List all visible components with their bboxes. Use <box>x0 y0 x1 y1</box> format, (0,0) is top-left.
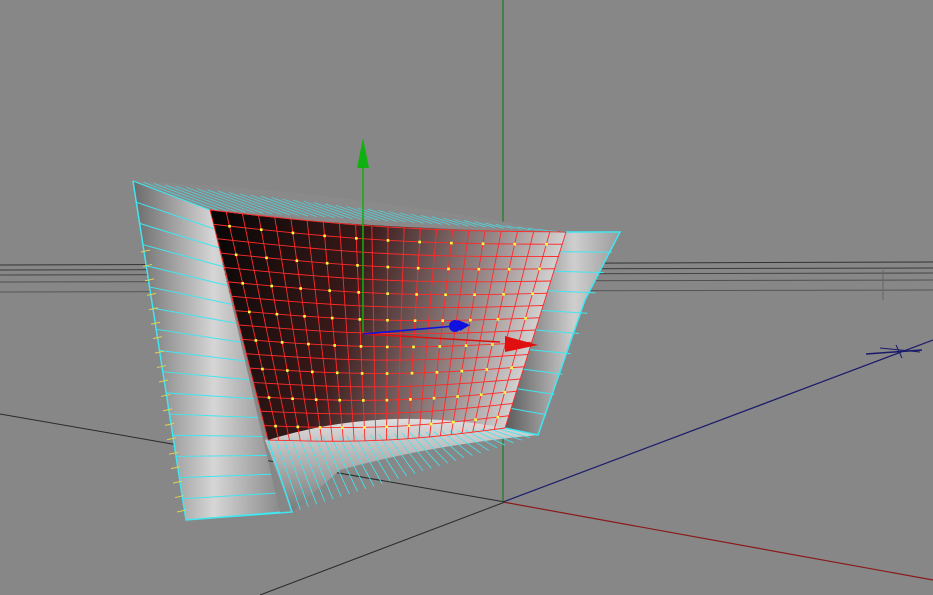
control-vertex[interactable] <box>481 242 485 246</box>
control-vertex[interactable] <box>496 415 500 419</box>
control-vertex[interactable] <box>469 318 472 322</box>
control-vertex[interactable] <box>415 293 418 296</box>
control-vertex[interactable] <box>360 372 364 375</box>
control-vertex[interactable] <box>447 267 450 271</box>
surface-bottom-band <box>265 416 538 512</box>
control-vertex[interactable] <box>407 424 411 427</box>
control-vertex[interactable] <box>496 318 500 321</box>
control-vertex[interactable] <box>280 341 284 344</box>
control-vertex[interactable] <box>323 234 326 238</box>
control-vertex[interactable] <box>267 396 271 399</box>
control-vertex[interactable] <box>429 422 433 426</box>
control-vertex[interactable] <box>386 265 390 269</box>
control-vertex[interactable] <box>275 312 279 316</box>
control-vertex[interactable] <box>363 426 366 429</box>
control-vertex[interactable] <box>474 418 477 421</box>
control-vertex[interactable] <box>452 420 455 424</box>
control-vertex[interactable] <box>318 426 322 429</box>
nurbs-surface[interactable] <box>132 180 622 521</box>
manip-center[interactable] <box>449 320 461 332</box>
control-vertex[interactable] <box>358 318 362 321</box>
control-vertex[interactable] <box>531 292 534 295</box>
control-vertex[interactable] <box>460 369 464 373</box>
control-vertex[interactable] <box>485 368 489 371</box>
control-vertex[interactable] <box>502 292 505 296</box>
control-vertex[interactable] <box>299 287 302 290</box>
control-vertex[interactable] <box>432 396 436 400</box>
control-vertex[interactable] <box>409 398 412 401</box>
control-vertex[interactable] <box>295 259 299 263</box>
control-vertex[interactable] <box>291 397 294 401</box>
control-vertex[interactable] <box>296 425 300 429</box>
control-vertex[interactable] <box>385 398 389 402</box>
control-vertex[interactable] <box>314 398 318 401</box>
control-vertex[interactable] <box>545 243 548 246</box>
control-vertex[interactable] <box>310 370 314 374</box>
control-vertex[interactable] <box>510 366 513 370</box>
manip-y-handle[interactable] <box>357 138 369 168</box>
control-vertex[interactable] <box>477 267 481 271</box>
control-vertex[interactable] <box>359 345 363 348</box>
control-vertex[interactable] <box>464 344 468 347</box>
control-vertex[interactable] <box>450 241 453 245</box>
control-vertex[interactable] <box>362 399 365 402</box>
control-vertex[interactable] <box>441 319 445 322</box>
control-vertex[interactable] <box>410 371 414 375</box>
control-vertex[interactable] <box>356 264 359 267</box>
control-vertex[interactable] <box>491 343 494 346</box>
control-vertex[interactable] <box>386 239 390 242</box>
control-vertex[interactable] <box>418 240 421 244</box>
control-vertex[interactable] <box>385 345 389 349</box>
control-vertex[interactable] <box>325 261 329 265</box>
viewport-panel[interactable] <box>0 0 933 595</box>
perspective-scene[interactable] <box>0 0 933 595</box>
control-vertex[interactable] <box>413 319 417 322</box>
control-vertex[interactable] <box>444 293 447 297</box>
control-vertex[interactable] <box>355 237 358 240</box>
control-vertex[interactable] <box>338 398 342 402</box>
control-vertex[interactable] <box>385 425 388 429</box>
control-vertex[interactable] <box>473 293 476 296</box>
control-vertex[interactable] <box>513 242 517 246</box>
control-vertex[interactable] <box>303 314 306 318</box>
control-vertex[interactable] <box>412 345 415 349</box>
control-vertex[interactable] <box>274 424 277 428</box>
control-vertex[interactable] <box>307 342 310 346</box>
control-vertex[interactable] <box>291 231 295 235</box>
control-vertex[interactable] <box>538 267 541 271</box>
control-vertex[interactable] <box>286 369 289 372</box>
control-vertex[interactable] <box>479 393 483 396</box>
control-vertex[interactable] <box>335 371 339 375</box>
control-vertex[interactable] <box>270 284 273 288</box>
control-vertex[interactable] <box>241 282 245 285</box>
control-vertex[interactable] <box>507 267 511 271</box>
control-vertex[interactable] <box>330 316 334 320</box>
control-vertex[interactable] <box>234 253 238 257</box>
control-vertex[interactable] <box>416 266 420 270</box>
control-vertex[interactable] <box>328 289 331 292</box>
control-vertex[interactable] <box>503 391 507 394</box>
control-vertex[interactable] <box>524 317 527 320</box>
control-vertex[interactable] <box>228 224 231 228</box>
control-vertex[interactable] <box>357 291 360 294</box>
control-vertex[interactable] <box>333 344 336 347</box>
control-vertex[interactable] <box>456 395 459 398</box>
control-vertex[interactable] <box>435 371 439 374</box>
control-vertex[interactable] <box>385 372 389 375</box>
control-vertex[interactable] <box>265 256 268 260</box>
control-vertex[interactable] <box>261 367 264 371</box>
control-vertex[interactable] <box>386 292 389 295</box>
control-vertex[interactable] <box>438 345 442 348</box>
control-vertex[interactable] <box>247 310 251 314</box>
control-vertex[interactable] <box>386 318 389 322</box>
control-vertex[interactable] <box>259 228 263 231</box>
control-vertex[interactable] <box>340 426 344 429</box>
wireframe-line <box>559 251 612 253</box>
control-vertex[interactable] <box>254 339 258 342</box>
